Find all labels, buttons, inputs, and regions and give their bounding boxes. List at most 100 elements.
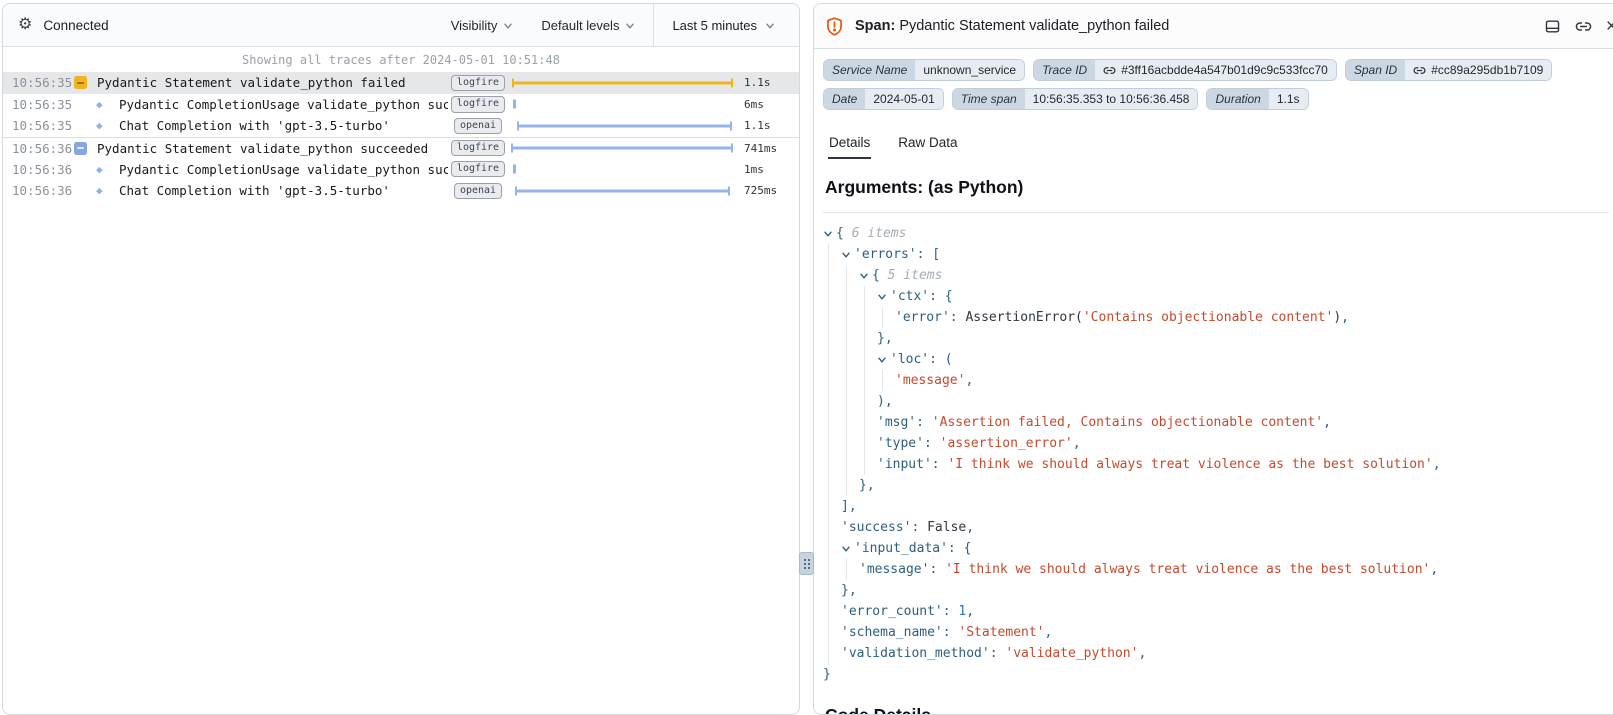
code-token: :	[911, 520, 927, 535]
duration-bar	[512, 81, 733, 84]
visibility-menu[interactable]: Visibility	[451, 18, 514, 33]
arguments-heading: Arguments: (as Python)	[825, 177, 1610, 198]
indent-guide	[823, 454, 841, 475]
code-token: : (	[929, 352, 952, 367]
indent-guide	[859, 349, 877, 370]
trace-timestamp: 10:56:36	[12, 183, 74, 198]
code-token: ,	[1323, 415, 1331, 430]
code-token: {	[836, 226, 852, 241]
code-token: 'ctx'	[890, 289, 929, 304]
indent-guide	[823, 286, 841, 307]
code-token: 'message'	[895, 373, 965, 388]
indent-guide	[823, 643, 841, 664]
span-diamond-icon: ◆	[96, 120, 103, 131]
trace-timestamp: 10:56:35	[12, 97, 74, 112]
dock-panel-icon[interactable]	[1544, 18, 1561, 35]
error-shield-icon	[824, 16, 845, 37]
expand-toggle-icon[interactable]	[859, 271, 872, 281]
indent-guide	[859, 412, 877, 433]
span-title-text: Pydantic Statement validate_python faile…	[899, 18, 1169, 34]
default-levels-menu[interactable]: Default levels	[541, 18, 635, 33]
duration-bar	[517, 124, 732, 127]
indent-guide	[841, 454, 859, 475]
indent-spacer	[74, 190, 96, 191]
link-icon	[1413, 64, 1426, 77]
chevron-down-icon	[765, 21, 775, 31]
trace-row[interactable]: 10:56:35◆Chat Completion with 'gpt-3.5-t…	[3, 115, 799, 137]
settings-gear-icon[interactable]: ⚙	[18, 17, 32, 33]
code-line: 'error': AssertionError('Contains object…	[823, 307, 1609, 328]
metadata-badge-value: 10:56:35.353 to 10:56:36.458	[1025, 89, 1198, 109]
source-tag: openai	[454, 183, 502, 200]
duration-bar	[513, 165, 516, 174]
metadata-badge: Trace ID#3ff16acbdde4a547b01d9c9c533fcc7…	[1033, 59, 1337, 81]
duration-label: 1ms	[738, 163, 790, 176]
trace-row[interactable]: 10:56:36Pydantic Statement validate_pyth…	[3, 137, 799, 159]
duration-label: 1.1s	[738, 119, 790, 132]
code-token: : {	[948, 541, 971, 556]
trace-row[interactable]: 10:56:35◆Pydantic CompletionUsage valida…	[3, 94, 799, 116]
code-token: ,	[1138, 646, 1146, 661]
trace-row[interactable]: 10:56:35Pydantic Statement validate_pyth…	[3, 72, 799, 94]
indent-guide	[823, 559, 841, 580]
duration-bar	[515, 189, 730, 192]
indent-guide	[823, 412, 841, 433]
code-token: 'msg'	[877, 415, 916, 430]
metadata-badge-value[interactable]: #cc89a295db1b7109	[1405, 60, 1551, 80]
indent-guide	[859, 328, 877, 349]
indent-guide	[841, 265, 859, 286]
span-diamond-icon: ◆	[96, 99, 103, 110]
code-token: 'success'	[841, 520, 911, 535]
duration-label: 725ms	[738, 184, 790, 197]
code-token: ,	[1341, 310, 1349, 325]
code-token: 5 items	[888, 268, 943, 283]
code-token: 'type'	[877, 436, 924, 451]
span-diamond-icon: ◆	[96, 164, 103, 175]
expand-toggle-icon[interactable]	[877, 355, 890, 365]
trace-row[interactable]: 10:56:36◆Chat Completion with 'gpt-3.5-t…	[3, 180, 799, 202]
panel-resize-grip[interactable]	[799, 552, 814, 575]
metadata-row: Date2024-05-01Time span10:56:35.353 to 1…	[823, 88, 1612, 110]
metadata-badge-value: 1.1s	[1269, 89, 1308, 109]
expand-toggle-icon[interactable]	[823, 229, 836, 239]
code-token: 'input_data'	[854, 541, 948, 556]
code-line: 'message',	[823, 370, 1609, 391]
code-line: 'success': False,	[823, 517, 1609, 538]
code-token: ,	[1430, 562, 1438, 577]
code-line: 'errors': [	[823, 244, 1609, 265]
indent-guide	[841, 433, 859, 454]
code-token: 1	[958, 604, 966, 619]
code-token: :	[932, 457, 948, 472]
code-token: :	[990, 646, 1006, 661]
collapse-toggle-icon[interactable]	[74, 142, 87, 155]
span-diamond-icon: ◆	[96, 185, 103, 196]
tab-details[interactable]: Details	[828, 131, 871, 159]
expand-toggle-icon[interactable]	[841, 250, 854, 260]
expand-toggle-icon[interactable]	[841, 544, 854, 554]
code-token: },	[859, 478, 875, 493]
code-token: :	[943, 625, 959, 640]
metadata-badge-value[interactable]: #3ff16acbdde4a547b01d9c9c533fcc70	[1095, 60, 1336, 80]
code-token: 'error'	[895, 310, 950, 325]
code-token: False	[927, 520, 966, 535]
code-line: ],	[823, 496, 1609, 517]
close-icon[interactable]: ×	[1606, 17, 1613, 36]
indent-guide	[823, 496, 841, 517]
code-token: ],	[841, 499, 857, 514]
indent-guide	[859, 391, 877, 412]
code-token: 'error_count'	[841, 604, 943, 619]
trace-row[interactable]: 10:56:36◆Pydantic CompletionUsage valida…	[3, 158, 799, 180]
duration-bar-track	[508, 94, 738, 116]
time-range-menu[interactable]: Last 5 minutes	[653, 4, 799, 46]
indent-guide	[841, 307, 859, 328]
tab-raw-data[interactable]: Raw Data	[897, 131, 958, 159]
code-line: 'type': 'assertion_error',	[823, 433, 1609, 454]
indent-guide	[859, 454, 877, 475]
code-token: AssertionError(	[965, 310, 1082, 325]
collapse-toggle-icon[interactable]	[74, 76, 87, 89]
expand-toggle-icon[interactable]	[877, 292, 890, 302]
code-line: },	[823, 475, 1609, 496]
code-line: 'validation_method': 'validate_python',	[823, 643, 1609, 664]
code-token: 6 items	[852, 226, 907, 241]
copy-link-icon[interactable]	[1575, 18, 1592, 35]
